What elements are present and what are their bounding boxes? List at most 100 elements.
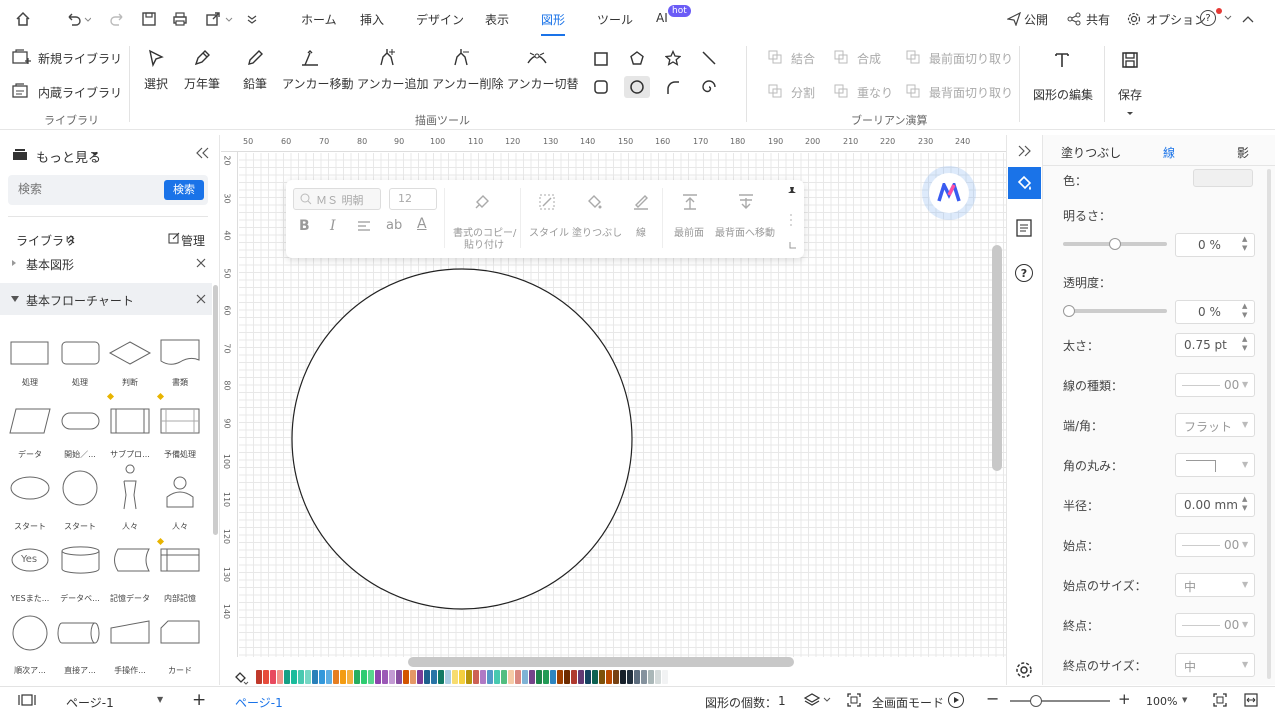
divide-icon[interactable] xyxy=(768,84,782,98)
format-painter-icon[interactable] xyxy=(472,192,492,212)
color-swatch[interactable] xyxy=(501,670,507,684)
front-cut-icon[interactable] xyxy=(906,50,920,64)
color-swatch[interactable] xyxy=(522,670,528,684)
resize-corner-icon[interactable] xyxy=(788,240,798,250)
help-panel-icon[interactable]: ? xyxy=(1015,264,1033,282)
dropdown-arrow-icon[interactable]: ▼ xyxy=(1242,620,1248,629)
collapse-ribbon-icon[interactable] xyxy=(1240,11,1256,27)
combine-icon[interactable] xyxy=(834,50,848,64)
color-swatch[interactable] xyxy=(284,670,290,684)
rounded-rectangle-icon[interactable] xyxy=(591,78,611,96)
brightness-slider[interactable] xyxy=(1063,238,1167,250)
divide-button[interactable]: 分割 xyxy=(791,84,815,101)
color-swatch[interactable] xyxy=(571,670,577,684)
select-tool-label[interactable]: 選択 xyxy=(144,75,168,92)
color-swatch[interactable] xyxy=(375,670,381,684)
color-swatch[interactable] xyxy=(270,670,276,684)
add-page-icon[interactable]: + xyxy=(192,690,206,710)
chevron-down-icon[interactable] xyxy=(1224,14,1232,22)
color-swatch[interactable] xyxy=(1193,169,1253,187)
add-anchor-icon[interactable] xyxy=(376,46,398,68)
page-select[interactable]: ページ-1 xyxy=(66,694,114,711)
back-cut-button[interactable]: 最背面切り取り xyxy=(929,84,1013,101)
color-swatch[interactable] xyxy=(536,670,542,684)
fill-bucket-icon[interactable] xyxy=(232,670,250,686)
arc-icon[interactable] xyxy=(663,78,683,96)
star-icon[interactable] xyxy=(663,49,683,67)
tab-tools[interactable]: ツール xyxy=(597,11,633,28)
tab-view[interactable]: 表示 xyxy=(485,11,509,28)
color-swatch[interactable] xyxy=(655,670,661,684)
color-swatch[interactable] xyxy=(291,670,297,684)
ai-assistant-button[interactable] xyxy=(922,166,976,220)
add-anchor-label[interactable]: アンカー追加 xyxy=(357,75,429,92)
dropdown-arrow-icon[interactable]: ▼ xyxy=(1242,660,1248,669)
color-swatch[interactable] xyxy=(550,670,556,684)
builtin-library-button[interactable]: 内蔵ライブラリ xyxy=(38,84,122,101)
dropdown-arrow-icon[interactable]: ▼ xyxy=(1242,460,1248,469)
layers-icon[interactable] xyxy=(802,692,832,708)
color-swatch[interactable] xyxy=(592,670,598,684)
back-cut-icon[interactable] xyxy=(906,84,920,98)
play-icon[interactable] xyxy=(948,692,964,708)
color-swatch[interactable] xyxy=(557,670,563,684)
style-icon[interactable] xyxy=(537,192,557,212)
zoom-dropdown-icon[interactable]: ▼ xyxy=(1182,696,1187,704)
color-swatch[interactable] xyxy=(599,670,605,684)
color-swatch[interactable] xyxy=(585,670,591,684)
copy-format-label-2[interactable]: 貼り付け xyxy=(464,236,504,251)
pencil-tool-label[interactable]: 鉛筆 xyxy=(243,75,267,92)
vertical-scrollbar[interactable] xyxy=(992,245,1002,471)
color-swatch[interactable] xyxy=(417,670,423,684)
move-anchor-label[interactable]: アンカー移動 xyxy=(282,75,354,92)
fullscreen-button[interactable]: 全画面モード xyxy=(872,694,944,711)
text-edit-icon[interactable] xyxy=(1052,50,1072,70)
color-swatch[interactable] xyxy=(620,670,626,684)
bring-front-icon[interactable] xyxy=(680,192,700,212)
color-swatch[interactable] xyxy=(648,670,654,684)
undo-icon[interactable] xyxy=(64,10,92,28)
pen-tool-label[interactable]: 万年筆 xyxy=(184,75,220,92)
line-icon[interactable] xyxy=(699,49,719,67)
back-label[interactable]: 最背面へ移動 xyxy=(715,224,775,239)
tab-line[interactable]: 線 xyxy=(1163,144,1175,161)
fit-page-icon[interactable] xyxy=(1212,692,1228,708)
intersect-icon[interactable] xyxy=(834,84,848,98)
panel-scrollbar[interactable] xyxy=(213,285,218,535)
library-collapse-icon[interactable] xyxy=(66,234,76,244)
color-swatch[interactable] xyxy=(256,670,262,684)
slider-knob[interactable] xyxy=(1063,305,1075,317)
front-label[interactable]: 最前面 xyxy=(674,224,704,239)
save-button[interactable]: 保存 xyxy=(1118,86,1142,103)
save-icon[interactable] xyxy=(140,10,158,28)
color-swatch[interactable] xyxy=(403,670,409,684)
strikethrough-button[interactable]: ab xyxy=(386,218,402,233)
color-swatch[interactable] xyxy=(396,670,402,684)
switch-anchor-label[interactable]: アンカー切替 xyxy=(507,75,579,92)
union-icon[interactable] xyxy=(768,50,782,64)
color-swatch[interactable] xyxy=(298,670,304,684)
color-swatch[interactable] xyxy=(508,670,514,684)
color-swatch[interactable] xyxy=(445,670,451,684)
basic-flowchart-category[interactable]: 基本フローチャート xyxy=(26,292,134,309)
line-pen-icon[interactable] xyxy=(631,192,651,212)
publish-button[interactable]: 公開 xyxy=(1024,11,1048,28)
search-input[interactable] xyxy=(18,182,158,196)
tab-shape[interactable]: 図形 xyxy=(541,11,566,36)
color-swatch[interactable] xyxy=(312,670,318,684)
color-swatch[interactable] xyxy=(466,670,472,684)
color-swatch[interactable] xyxy=(578,670,584,684)
color-swatch[interactable] xyxy=(641,670,647,684)
save-disk-icon[interactable] xyxy=(1120,50,1140,70)
color-swatch[interactable] xyxy=(263,670,269,684)
color-swatch[interactable] xyxy=(529,670,535,684)
dropdown-arrow-icon[interactable]: ▼ xyxy=(1242,580,1248,589)
fit-width-icon[interactable] xyxy=(1243,692,1259,708)
help-icon[interactable]: ? xyxy=(1200,10,1216,26)
pentagon-icon[interactable] xyxy=(627,49,647,67)
tab-insert[interactable]: 挿入 xyxy=(360,11,384,28)
delete-anchor-label[interactable]: アンカー削除 xyxy=(432,75,504,92)
zoom-level[interactable]: 100% xyxy=(1146,695,1177,708)
transparency-slider[interactable] xyxy=(1063,305,1167,317)
close-icon[interactable] xyxy=(195,293,207,305)
